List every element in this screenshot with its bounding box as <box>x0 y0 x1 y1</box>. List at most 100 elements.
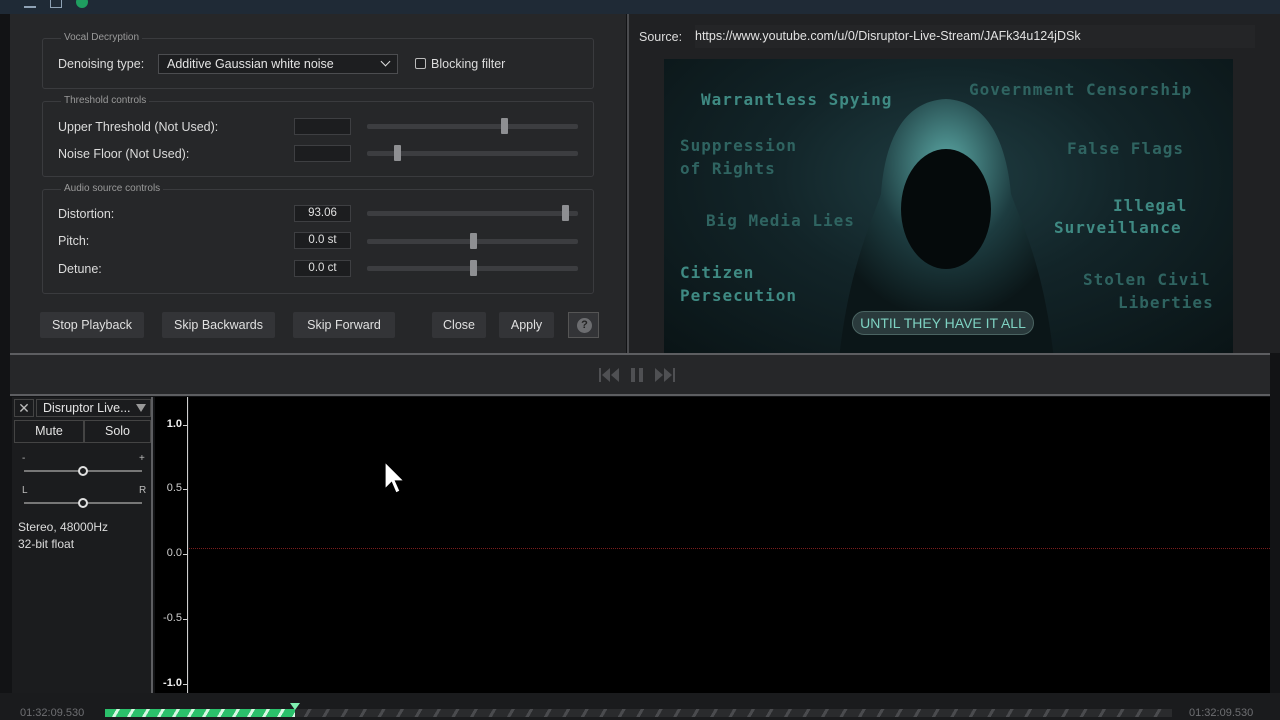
upper-threshold-slider[interactable] <box>367 118 578 134</box>
threshold-controls-group: Threshold controls <box>42 95 594 177</box>
video-text-censorship: Government Censorship <box>969 80 1193 99</box>
help-icon: ? <box>577 318 592 333</box>
track-name: Disruptor Live... <box>43 401 131 415</box>
pitch-field[interactable]: 0.0 st <box>294 232 351 249</box>
ruler-tick <box>183 684 187 685</box>
video-text-of-rights: of Rights <box>680 159 776 178</box>
grid-icon[interactable] <box>50 0 62 8</box>
ruler-label: 1.0 <box>166 418 182 430</box>
upper-threshold-field[interactable] <box>294 118 351 135</box>
ruler-tick <box>183 425 187 426</box>
track-header: ✕ Disruptor Live... Mute Solo - + L R St… <box>12 397 153 693</box>
close-button[interactable]: Close <box>432 312 486 338</box>
detune-slider[interactable] <box>367 260 578 276</box>
gain-minus-label: - <box>22 453 26 464</box>
source-panel: Source: https://www.youtube.com/u/0/Disr… <box>627 14 1280 353</box>
gain-slider-thumb[interactable] <box>78 466 88 476</box>
solo-button[interactable]: Solo <box>84 420 151 443</box>
source-url-field[interactable]: https://www.youtube.com/u/0/Disruptor-Li… <box>695 25 1255 48</box>
globe-icon[interactable] <box>76 0 88 8</box>
track-name-dropdown[interactable]: Disruptor Live... <box>36 399 151 417</box>
threshold-controls-title: Threshold controls <box>61 95 150 106</box>
ruler-label: 0.0 <box>166 547 182 559</box>
end-time: 01:32:09.530 <box>1189 707 1254 719</box>
skip-forward-button[interactable]: Skip Forward <box>293 312 395 338</box>
video-text-citizen: Citizen <box>680 263 755 282</box>
source-label: Source: <box>639 30 683 44</box>
stop-playback-button[interactable]: Stop Playback <box>40 312 144 338</box>
track-bit-depth: 32-bit float <box>18 537 75 551</box>
slider-thumb[interactable] <box>501 118 509 134</box>
video-text-surveillance: Surveillance <box>1054 218 1182 237</box>
blocking-filter-checkbox[interactable] <box>415 58 426 69</box>
blocking-filter-label[interactable]: Blocking filter <box>431 57 505 71</box>
skip-back-icon[interactable] <box>599 368 619 382</box>
video-text-suppression: Suppression <box>680 136 797 155</box>
pan-slider[interactable] <box>24 498 142 508</box>
denoising-type-value: Additive Gaussian white noise <box>167 57 334 71</box>
vocal-decryption-title: Vocal Decryption <box>61 32 143 43</box>
detune-field[interactable]: 0.0 ct <box>294 260 351 277</box>
amplitude-ruler: 1.0 0.5 0.0 -0.5 -1.0 <box>155 397 188 693</box>
detune-label: Detune: <box>58 262 102 276</box>
pan-slider-thumb[interactable] <box>78 498 88 508</box>
video-banner: UNTIL THEY HAVE IT ALL <box>852 311 1034 335</box>
chevron-down-icon <box>380 56 391 67</box>
pause-icon[interactable] <box>631 368 643 382</box>
menu-icon[interactable] <box>24 0 36 8</box>
skip-backwards-button[interactable]: Skip Backwards <box>162 312 275 338</box>
pan-left-label: L <box>22 485 28 496</box>
video-text-stolen-civil: Stolen Civil <box>1083 270 1211 289</box>
denoising-type-select[interactable]: Additive Gaussian white noise <box>158 54 398 74</box>
video-text-liberties: Liberties <box>1118 293 1214 312</box>
distortion-label: Distortion: <box>58 207 115 221</box>
start-time: 01:32:09.530 <box>20 707 85 719</box>
video-text-spying: Warrantless Spying <box>701 90 893 109</box>
dropdown-arrow-icon <box>136 404 146 412</box>
pitch-slider[interactable] <box>367 233 578 249</box>
video-text-illegal: Illegal <box>1113 196 1188 215</box>
playback-progress[interactable] <box>105 703 1172 717</box>
ruler-tick <box>183 619 187 620</box>
video-text-false-flags: False Flags <box>1067 139 1184 158</box>
video-text-persecution: Persecution <box>680 286 797 305</box>
track-format: Stereo, 48000Hz <box>18 520 109 534</box>
ruler-label: 0.5 <box>166 482 182 494</box>
slider-thumb[interactable] <box>469 233 477 249</box>
mute-button[interactable]: Mute <box>14 420 84 443</box>
transport-bar <box>10 353 1270 396</box>
title-bar <box>0 0 1280 14</box>
progress-fill <box>105 709 295 717</box>
gain-plus-label: + <box>139 453 145 464</box>
slider-thumb[interactable] <box>562 205 570 221</box>
help-button[interactable]: ? <box>568 312 599 338</box>
timeline-bar: 01:32:09.530 01:32:09.530 <box>0 693 1280 720</box>
noise-floor-slider[interactable] <box>367 145 578 161</box>
noise-floor-field[interactable] <box>294 145 351 162</box>
gain-slider[interactable] <box>24 466 142 476</box>
distortion-slider[interactable] <box>367 205 578 221</box>
playhead-icon[interactable] <box>289 703 300 710</box>
ruler-label: -0.5 <box>163 612 182 624</box>
denoising-type-label: Denoising type: <box>58 57 145 71</box>
slider-thumb[interactable] <box>393 145 401 161</box>
mouse-cursor-icon <box>384 461 406 494</box>
ruler-tick <box>183 489 187 490</box>
video-text-media-lies: Big Media Lies <box>706 211 855 230</box>
skip-forward-icon[interactable] <box>655 368 675 382</box>
slider-thumb[interactable] <box>469 260 477 276</box>
ruler-label: -1.0 <box>163 677 182 689</box>
distortion-field[interactable]: 93.06 <box>294 205 351 222</box>
waveform-area[interactable] <box>189 397 1270 693</box>
effect-panel: Vocal Decryption Denoising type: Additiv… <box>10 14 626 353</box>
ruler-tick <box>183 554 187 555</box>
zero-line <box>189 548 1270 549</box>
apply-button[interactable]: Apply <box>499 312 554 338</box>
close-track-icon[interactable]: ✕ <box>14 399 34 417</box>
pan-right-label: R <box>139 485 147 496</box>
upper-threshold-label: Upper Threshold (Not Used): <box>58 120 219 134</box>
audio-source-controls-title: Audio source controls <box>61 183 164 194</box>
video-preview[interactable]: Warrantless Spying Government Censorship… <box>664 59 1233 353</box>
pitch-label: Pitch: <box>58 234 90 248</box>
noise-floor-label: Noise Floor (Not Used): <box>58 147 190 161</box>
